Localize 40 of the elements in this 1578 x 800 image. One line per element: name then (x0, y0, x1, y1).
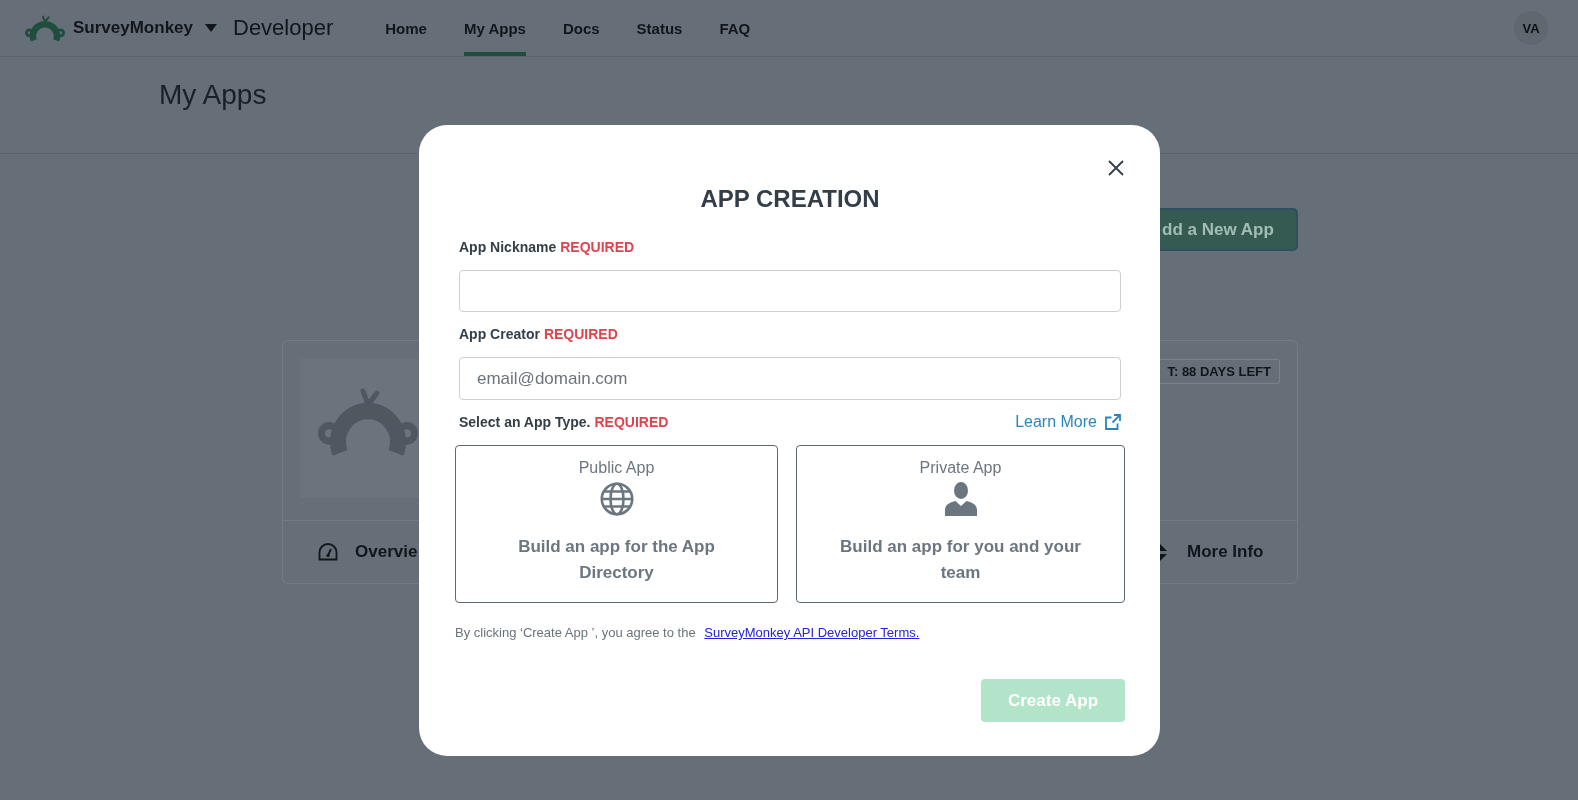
days-left-badge: T: 88 DAYS LEFT (1160, 359, 1280, 384)
required-tag: REQUIRED (543, 324, 618, 344)
app-type-option[interactable]: Private App Build an app for you and your team (796, 445, 1125, 603)
close-icon[interactable] (1108, 160, 1124, 176)
field-label: App Creator (459, 325, 540, 344)
product-name: Developer (233, 15, 334, 41)
gauge-icon (318, 543, 338, 561)
text-field[interactable]: email@domain.com (459, 357, 1121, 400)
page-title: My Apps (159, 78, 267, 112)
nav-tab[interactable]: Home (385, 0, 427, 56)
option-description: Build an app for the App Directory (517, 536, 716, 584)
brand-name[interactable]: SurveyMonkey (73, 18, 193, 38)
add-app-button[interactable]: dd a New App (1160, 208, 1298, 251)
person-icon (943, 482, 978, 516)
avatar-button[interactable]: VA (1514, 11, 1548, 45)
external-link-icon (1105, 414, 1121, 430)
arrows-icon (1160, 543, 1167, 561)
dialog-title: APP CREATION (699, 184, 881, 214)
learn-more-link[interactable]: Learn More (1015, 413, 1121, 431)
caret-icon[interactable] (205, 24, 217, 32)
terms-text: By clicking ‘Create App ’, you agree to the SurveyMonkey API Developer Terms. (455, 624, 921, 642)
required-tag: REQUIRED (560, 237, 635, 257)
nav-tab[interactable]: Status (636, 0, 683, 56)
text-field[interactable] (459, 270, 1121, 312)
terms-link[interactable]: SurveyMonkey API Developer Terms. (704, 625, 920, 640)
field-label: App Nickname (459, 238, 557, 257)
option-title: Public App (578, 458, 655, 478)
globe-icon (599, 482, 634, 516)
nav-tab[interactable]: My Apps (463, 0, 526, 56)
nav-tab[interactable]: FAQ (719, 0, 751, 56)
field-label: Select an App Type. (459, 413, 591, 432)
more-info-link[interactable]: More Info (1187, 542, 1264, 562)
option-description: Build an app for you and your team (839, 536, 1082, 584)
required-tag: REQUIRED (594, 412, 669, 432)
monkey-logo-icon (318, 387, 418, 457)
overview-link[interactable]: Overvie (355, 542, 418, 562)
nav-tab[interactable]: Docs (562, 0, 600, 56)
app-type-option[interactable]: Public App Build an app for the App Directory (455, 445, 778, 603)
option-title: Private App (919, 458, 1002, 478)
monkey-logo-icon (25, 14, 65, 42)
